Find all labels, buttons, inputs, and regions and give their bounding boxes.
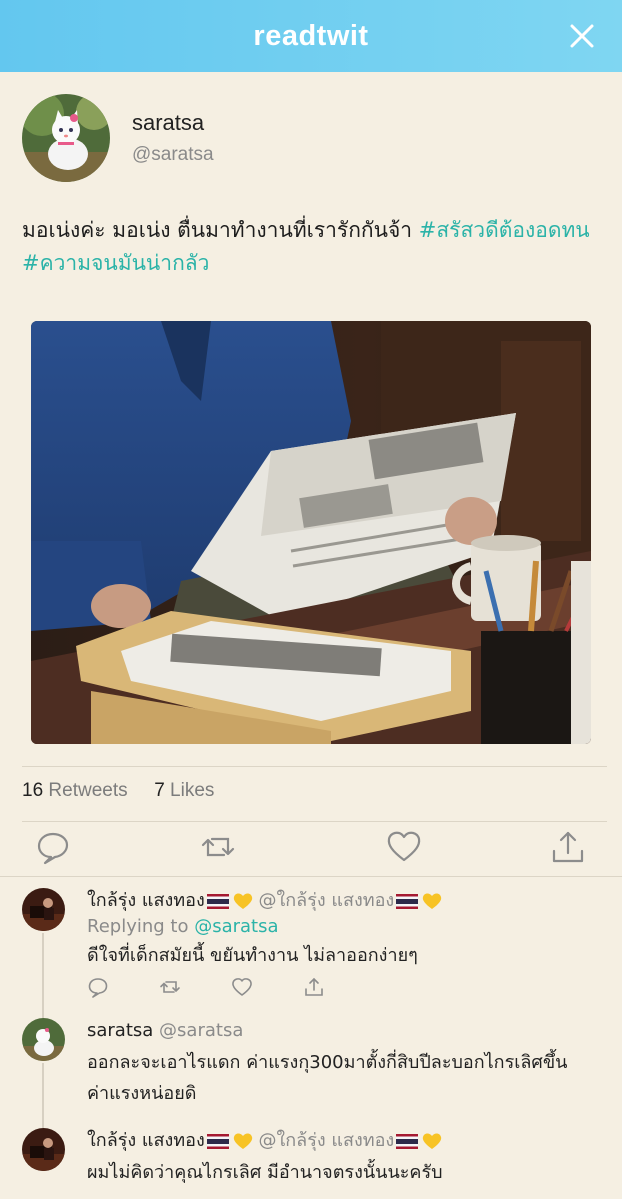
tweet-stats: 16 Retweets 7 Likes bbox=[22, 780, 214, 802]
tweet-body: มอเน่งค่ะ มอเน่ง ตื่นมาทำงานที่เรารักกัน… bbox=[22, 218, 419, 242]
yellow-heart-icon bbox=[233, 1133, 252, 1149]
avatar[interactable] bbox=[22, 1018, 65, 1061]
thai-flag-icon bbox=[396, 1133, 419, 1149]
share-icon[interactable] bbox=[303, 976, 325, 998]
reply-text: ดีใจที่เด็กสมัยนี้ ขยันทำงาน ไม่ลาออกง่า… bbox=[87, 945, 418, 966]
reply-item: ใกล้รุ่ง แสงทอง @ใกล้รุ่ง แสงทอง Replyin… bbox=[22, 888, 612, 1008]
retweet-icon[interactable] bbox=[200, 829, 236, 865]
app-header: readtwit bbox=[0, 0, 622, 72]
thai-flag-icon bbox=[206, 1133, 229, 1149]
avatar[interactable] bbox=[22, 888, 65, 931]
reply-author-handle[interactable]: @ใกล้รุ่ง แสงทอง bbox=[258, 1130, 394, 1151]
reply-text: ออกละจะเอาไรแดก ค่าแรงกุ300มาตั้งกี่สิบป… bbox=[87, 1047, 612, 1109]
tweet-text: มอเน่งค่ะ มอเน่ง ตื่นมาทำงานที่เรารักกัน… bbox=[22, 214, 612, 280]
thai-flag-icon bbox=[206, 893, 229, 909]
reply-text-line: ออกละจะเอาไรแดก ค่าแรงกุ300มาตั้งกี่สิบป… bbox=[87, 1052, 568, 1073]
reply-text: ผมไม่คิดว่าคุณไกรเลิศ มีอำนาจตรงนั้นนะคร… bbox=[87, 1162, 443, 1183]
hashtag-link[interactable]: #ความจนมันน่ากลัว bbox=[22, 251, 209, 275]
heart-icon[interactable] bbox=[386, 829, 422, 865]
likes-count[interactable]: 7 bbox=[154, 780, 165, 801]
retweets-label[interactable]: Retweets bbox=[48, 780, 127, 801]
replying-to: Replying to @saratsa bbox=[87, 914, 612, 940]
yellow-heart-icon bbox=[233, 893, 252, 909]
retweets-count[interactable]: 16 bbox=[22, 780, 43, 801]
reply-item: ใกล้รุ่ง แสงทอง @ใกล้รุ่ง แสงทอง ผมไม่คิ… bbox=[22, 1128, 612, 1199]
yellow-heart-icon bbox=[423, 1133, 442, 1149]
close-icon[interactable] bbox=[568, 22, 596, 50]
reply-author-handle[interactable]: @saratsa bbox=[159, 1020, 243, 1041]
heart-icon[interactable] bbox=[231, 976, 253, 998]
reply-icon[interactable] bbox=[35, 829, 71, 865]
share-icon[interactable] bbox=[550, 829, 586, 865]
mention-link[interactable]: @saratsa bbox=[194, 916, 278, 937]
reply-author-name[interactable]: ใกล้รุ่ง แสงทอง bbox=[87, 1130, 205, 1151]
divider bbox=[0, 876, 622, 877]
author-name[interactable]: saratsa bbox=[132, 110, 214, 136]
reply-item: saratsa @saratsa ออกละจะเอาไรแดก ค่าแรงก… bbox=[22, 1018, 612, 1118]
reply-author-name[interactable]: saratsa bbox=[87, 1020, 153, 1041]
likes-label[interactable]: Likes bbox=[170, 780, 214, 801]
retweet-icon[interactable] bbox=[159, 976, 181, 998]
reply-author-handle[interactable]: @ใกล้รุ่ง แสงทอง bbox=[258, 890, 394, 911]
avatar[interactable] bbox=[22, 1128, 65, 1171]
hashtag-link[interactable]: #สรัสวดีต้องอดทน bbox=[419, 218, 590, 242]
divider bbox=[22, 766, 607, 767]
reply-actions bbox=[87, 976, 375, 998]
author-handle[interactable]: @saratsa bbox=[132, 144, 214, 166]
thai-flag-icon bbox=[396, 893, 419, 909]
divider bbox=[22, 821, 607, 822]
tweet-photo[interactable] bbox=[31, 321, 591, 744]
reply-author-name[interactable]: ใกล้รุ่ง แสงทอง bbox=[87, 890, 205, 911]
tweet-author: saratsa @saratsa bbox=[22, 94, 214, 182]
replying-label: Replying to bbox=[87, 916, 189, 937]
app-brand: readtwit bbox=[253, 19, 369, 52]
yellow-heart-icon bbox=[423, 893, 442, 909]
reply-text-line: ค่าแรงหน่อยดิ bbox=[87, 1083, 197, 1104]
reply-icon[interactable] bbox=[87, 976, 109, 998]
avatar[interactable] bbox=[22, 94, 110, 182]
